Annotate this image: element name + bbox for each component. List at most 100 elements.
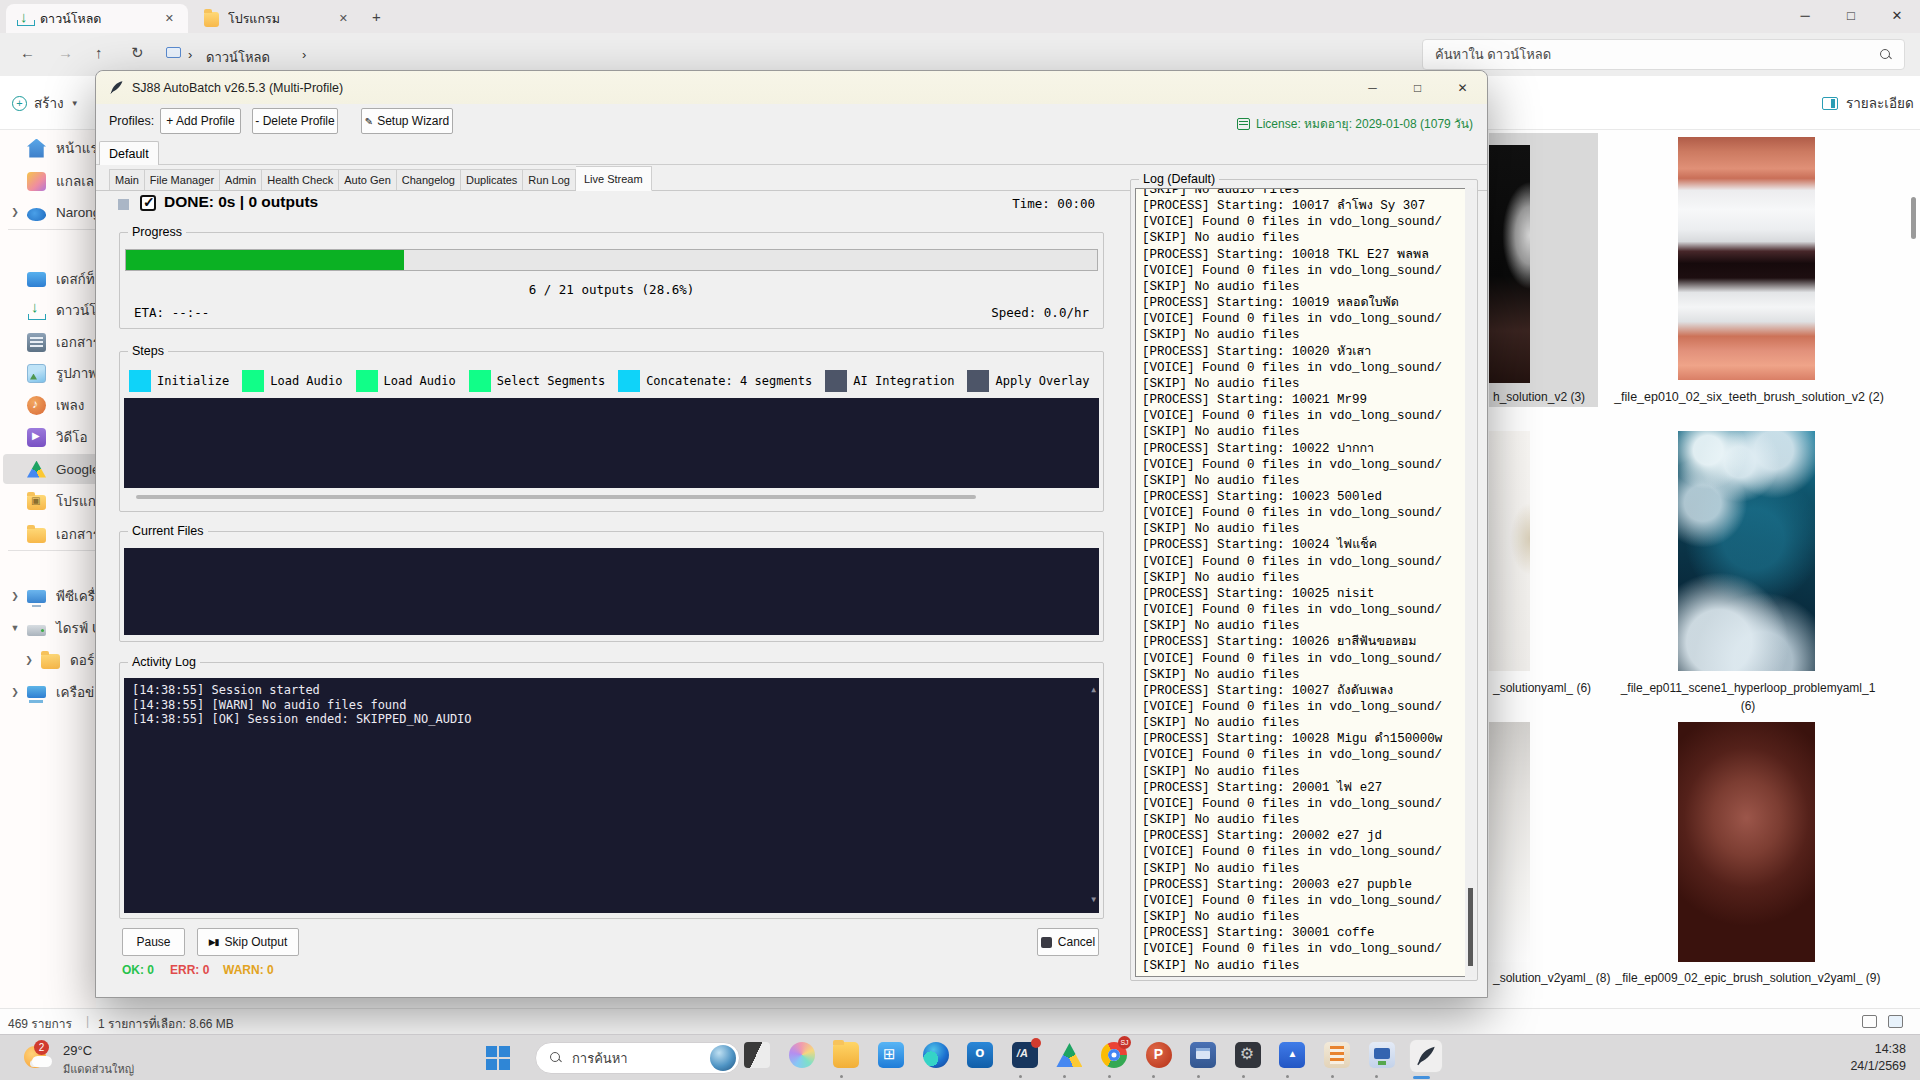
log-scrollbar[interactable] bbox=[1465, 188, 1476, 977]
taskbar-icon-iadoc[interactable] bbox=[1003, 1036, 1048, 1080]
app-tab-main[interactable]: Main bbox=[109, 169, 145, 191]
sidebar-item-folder[interactable]: ❯ดอร์สตั๊ bbox=[17, 645, 96, 675]
log-text-area[interactable]: [SKIP] No audio files[PROCESS] Starting:… bbox=[1135, 188, 1466, 977]
app-title-bar[interactable]: SJ88 AutoBatch v26.5.3 (Multi-Profile) ─… bbox=[96, 71, 1487, 104]
sidebar-item-music[interactable]: เพลง bbox=[3, 390, 96, 420]
app-tab-run-log[interactable]: Run Log bbox=[523, 169, 576, 191]
forward-icon[interactable]: → bbox=[58, 44, 73, 61]
pause-button[interactable]: Pause bbox=[122, 928, 185, 956]
app-minimize-button[interactable]: ─ bbox=[1350, 71, 1395, 104]
scroll-up-icon[interactable]: ▲ bbox=[1091, 683, 1096, 698]
taskbar-icon-appstore2[interactable] bbox=[1270, 1036, 1315, 1080]
taskbar-icon-store[interactable] bbox=[869, 1036, 914, 1080]
scrollbar-thumb[interactable] bbox=[1911, 197, 1916, 239]
file-thumbnail[interactable] bbox=[1678, 722, 1815, 962]
taskbar-icon-server[interactable] bbox=[1315, 1036, 1360, 1080]
file-name[interactable]: h_solution_v2 (3) bbox=[1493, 390, 1585, 404]
sidebar-item-docs[interactable]: เอกสาร bbox=[3, 327, 96, 357]
taskbar-icon-outlook[interactable] bbox=[958, 1036, 1003, 1080]
start-button[interactable] bbox=[486, 1046, 510, 1070]
file-thumbnail[interactable] bbox=[1678, 137, 1815, 380]
sidebar-item-gdrive[interactable]: Google bbox=[3, 454, 96, 484]
taskbar-icon-autobatch[interactable] bbox=[1404, 1036, 1449, 1080]
app-tab-health-check[interactable]: Health Check bbox=[262, 169, 339, 191]
refresh-icon[interactable]: ↻ bbox=[131, 44, 144, 62]
sidebar-item-gallery[interactable]: แกลเลอรี bbox=[3, 166, 96, 196]
file-name[interactable]: _solution_v2yaml_ (8) bbox=[1493, 971, 1610, 985]
delete-profile-button[interactable]: - Delete Profile bbox=[252, 108, 338, 134]
chevron-icon[interactable]: ❯ bbox=[3, 591, 27, 601]
done-checkbox[interactable] bbox=[140, 195, 156, 211]
chevron-icon[interactable]: ❯ bbox=[3, 207, 27, 217]
scroll-down-icon[interactable]: ▼ bbox=[1091, 893, 1096, 908]
sidebar-item-download[interactable]: ดาวน์โหลด bbox=[3, 295, 96, 325]
explorer-tab-downloads[interactable]: ดาวน์โหลด ✕ bbox=[6, 4, 188, 33]
file-name[interactable]: (6) bbox=[1605, 699, 1891, 713]
app-tab-changelog[interactable]: Changelog bbox=[397, 169, 461, 191]
sidebar-item-network[interactable]: ❯เครือข่าย bbox=[3, 677, 96, 707]
taskbar-icon-gdrive[interactable] bbox=[1047, 1036, 1092, 1080]
profile-tab-default[interactable]: Default bbox=[99, 141, 159, 165]
tab-close-icon[interactable]: ✕ bbox=[161, 12, 178, 25]
cancel-button[interactable]: Cancel bbox=[1037, 928, 1099, 956]
sidebar-item-folder[interactable]: เอกสาร bbox=[3, 519, 96, 549]
taskbar-icon-edge[interactable] bbox=[913, 1036, 958, 1080]
new-button[interactable]: + สร้าง ▼ bbox=[12, 92, 79, 114]
taskbar-icon-taskview[interactable] bbox=[735, 1036, 780, 1080]
file-thumbnail[interactable] bbox=[1489, 145, 1530, 383]
skip-output-button[interactable]: ▶▮ Skip Output bbox=[197, 928, 299, 956]
taskbar-icon-explorer[interactable] bbox=[824, 1036, 869, 1080]
add-profile-button[interactable]: + Add Profile bbox=[160, 108, 241, 134]
new-tab-button[interactable]: + bbox=[372, 8, 381, 25]
taskbar-icon-settings[interactable] bbox=[1226, 1036, 1271, 1080]
explorer-minimize-button[interactable]: ─ bbox=[1783, 0, 1827, 30]
file-thumbnail[interactable] bbox=[1489, 722, 1530, 962]
steps-scrollbar[interactable] bbox=[136, 495, 976, 499]
app-close-button[interactable]: ✕ bbox=[1440, 71, 1485, 104]
app-maximize-button[interactable]: □ bbox=[1395, 71, 1440, 104]
file-name[interactable]: _file_ep011_scene1_hyperloop_problemyaml… bbox=[1605, 681, 1891, 695]
app-tab-auto-gen[interactable]: Auto Gen bbox=[339, 169, 396, 191]
file-thumbnail[interactable] bbox=[1678, 431, 1815, 671]
chevron-icon[interactable]: ❯ bbox=[17, 655, 41, 665]
explorer-tab-programs[interactable]: โปรแกรม ✕ bbox=[194, 4, 362, 33]
log-scrollbar-thumb[interactable] bbox=[1468, 888, 1473, 966]
taskbar-icon-powerpoint[interactable] bbox=[1136, 1036, 1181, 1080]
file-thumbnail[interactable] bbox=[1489, 431, 1530, 671]
explorer-close-button[interactable]: ✕ bbox=[1875, 0, 1919, 30]
weather-widget[interactable]: 2 29°C มีแดดส่วนใหญ่ bbox=[24, 1042, 134, 1078]
app-tab-duplicates[interactable]: Duplicates bbox=[461, 169, 523, 191]
breadcrumb[interactable]: ดาวน์โหลด bbox=[206, 47, 270, 68]
view-thumbnail-icon[interactable] bbox=[1888, 1015, 1903, 1028]
taskbar-icon-usbapp[interactable] bbox=[1359, 1036, 1404, 1080]
taskbar-icon-winapp[interactable] bbox=[1181, 1036, 1226, 1080]
sidebar-item-onedrive[interactable]: ❯Narong bbox=[3, 197, 96, 227]
up-icon[interactable]: ↑ bbox=[95, 44, 103, 61]
chevron-icon[interactable]: ❯ bbox=[3, 687, 27, 697]
stop-indicator[interactable] bbox=[118, 199, 129, 210]
sidebar-item-folder-app[interactable]: โปรแกรม bbox=[3, 486, 96, 516]
taskbar-clock[interactable]: 14:38 24/1/2569 bbox=[1850, 1041, 1906, 1075]
sidebar-item-pictures[interactable]: รูปภาพ bbox=[3, 358, 96, 388]
sidebar-item-home[interactable]: หน้าแรก bbox=[3, 133, 96, 163]
app-tab-file-manager[interactable]: File Manager bbox=[145, 169, 220, 191]
tab-close-icon[interactable]: ✕ bbox=[335, 12, 352, 25]
view-list-icon[interactable] bbox=[1862, 1015, 1877, 1028]
explorer-search-input[interactable]: ค้นหาใน ดาวน์โหลด bbox=[1422, 39, 1905, 70]
details-button[interactable]: รายละเอียด bbox=[1822, 92, 1914, 114]
app-tab-live-stream[interactable]: Live Stream bbox=[576, 166, 652, 191]
sidebar-item-drive[interactable]: ▼ไดรฟ์ US bbox=[3, 613, 96, 643]
file-name[interactable]: _file_ep010_02_six_teeth_brush_solution_… bbox=[1604, 390, 1894, 404]
file-name[interactable]: _file_ep009_02_epic_brush_solution_v2yam… bbox=[1605, 971, 1891, 985]
back-icon[interactable]: ← bbox=[20, 44, 35, 61]
taskbar-icon-chromesj[interactable] bbox=[1092, 1036, 1137, 1080]
sidebar-item-desktop[interactable]: เดสก์ท็อป bbox=[3, 264, 96, 294]
setup-wizard-button[interactable]: ✎ Setup Wizard bbox=[361, 108, 453, 134]
chevron-icon[interactable]: ▼ bbox=[3, 623, 27, 633]
taskbar-icon-copilot[interactable] bbox=[780, 1036, 825, 1080]
taskbar-search[interactable]: การค้นหา bbox=[535, 1042, 740, 1074]
file-name[interactable]: _solutionyaml_ (6) bbox=[1493, 681, 1591, 695]
explorer-maximize-button[interactable]: □ bbox=[1829, 0, 1873, 30]
sidebar-item-videos[interactable]: วิดีโอ bbox=[3, 422, 96, 452]
app-tab-admin[interactable]: Admin bbox=[220, 169, 262, 191]
